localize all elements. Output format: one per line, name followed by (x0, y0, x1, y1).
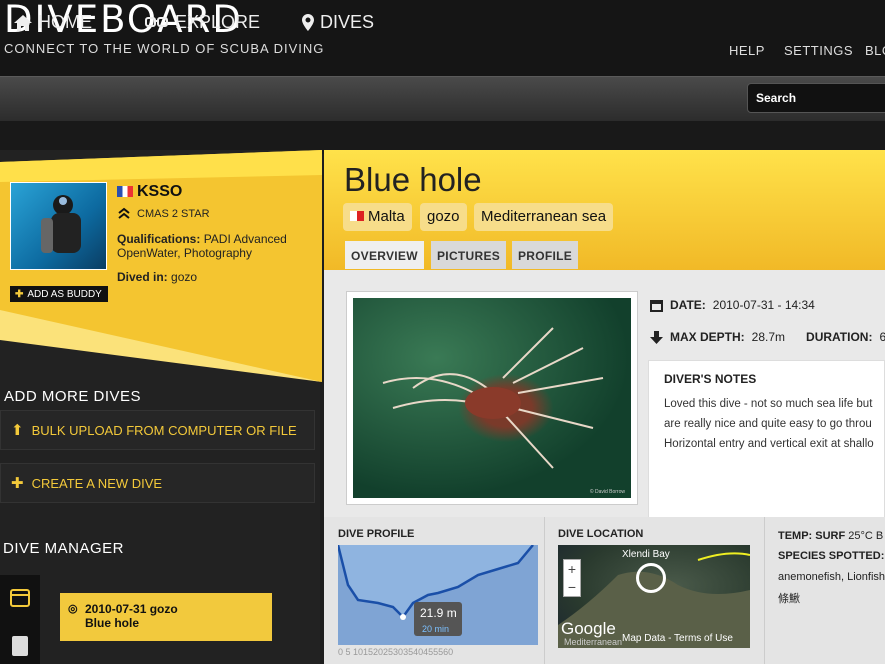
username[interactable]: KSSO (137, 183, 182, 201)
search-input[interactable] (747, 83, 885, 113)
divider (544, 517, 545, 664)
dive-photo[interactable]: © David Borrow (346, 291, 638, 505)
notes-line: Loved this dive - not so much sea life b… (664, 398, 873, 410)
nav-explore[interactable]: EXPLORE (145, 12, 260, 33)
dive-title: Blue hole (344, 161, 482, 198)
plus-icon: ✚ (11, 475, 24, 492)
rank-chevron-icon (118, 207, 130, 219)
bulk-upload-label: BULK UPLOAD FROM COMPUTER OR FILE (31, 422, 297, 438)
map-sea-label: Mediterranean (564, 637, 623, 647)
max-depth-value: 28.7m (751, 330, 786, 344)
calendar-icon (650, 299, 663, 312)
create-dive-label: CREATE A NEW DIVE (31, 475, 163, 491)
dive-card-date-site: 2010-07-31 gozo (85, 602, 178, 616)
mask-icon (145, 16, 168, 27)
add-buddy-button[interactable]: ✚ ADD AS BUDDY (10, 286, 108, 302)
divider (764, 517, 765, 664)
qualifications: Qualifications: PADI Advanced OpenWater,… (117, 232, 307, 260)
date-label: DATE: (670, 298, 706, 312)
tag-region[interactable]: gozo (420, 203, 467, 231)
duration-value: 66 (879, 330, 885, 344)
map-links[interactable]: Map Data - Terms of Use (622, 633, 733, 644)
nav-explore-label: EXPLORE (175, 12, 261, 32)
divers-notes: DIVER'S NOTES Loved this dive - not so m… (648, 360, 885, 524)
date-value: 2010-07-31 - 14:34 (712, 298, 815, 312)
dive-depth: MAX DEPTH: 28.7m DURATION: 66 (650, 330, 885, 344)
profile-axis-labels: 0 5 10152025303540455560 (338, 647, 453, 655)
qualifications-label: Qualifications: (117, 232, 201, 246)
dive-temp: TEMP: SURF 25°C B (778, 530, 883, 542)
dive-profile-chart[interactable]: 21.9 m 20 min 0 5 10152025303540455560 (338, 545, 538, 655)
dive-profile-title: DIVE PROFILE (338, 528, 415, 540)
max-depth-label: MAX DEPTH: (670, 330, 745, 344)
duration-label: DURATION: (806, 330, 873, 344)
document-icon[interactable] (10, 635, 30, 657)
notes-title: DIVER'S NOTES (664, 372, 757, 386)
species-label: SPECIES SPOTTED: (778, 550, 885, 562)
home-icon (14, 14, 32, 31)
down-arrow-icon (650, 330, 663, 344)
tab-profile[interactable]: PROFILE (512, 241, 579, 269)
add-more-dives-heading: ADD MORE DIVES (4, 388, 142, 405)
dive-map[interactable]: + − Xlendi Bay Google Mediterranean Map D… (558, 545, 750, 648)
tag-sea[interactable]: Mediterranean sea (474, 203, 614, 231)
calendar-icon[interactable] (10, 587, 30, 607)
tag-country-label: Malta (368, 208, 405, 225)
add-buddy-label: ADD AS BUDDY (27, 288, 102, 300)
dive-site-marker-icon[interactable] (636, 563, 666, 593)
tag-country[interactable]: Malta (343, 203, 412, 231)
malta-flag-icon (350, 211, 364, 221)
dived-in-value: gozo (171, 270, 198, 284)
create-dive-button[interactable]: ✚ CREATE A NEW DIVE (0, 463, 315, 503)
location-pin-icon (302, 14, 314, 31)
avatar[interactable] (10, 182, 107, 270)
certification: CMAS 2 STAR (137, 208, 210, 220)
settings-link[interactable]: SETTINGS (784, 43, 853, 58)
google-logo: Google (561, 619, 616, 638)
map-bay-label: Xlendi Bay (622, 549, 670, 560)
help-link[interactable]: HELP (729, 43, 765, 58)
plus-icon: ✚ (15, 288, 24, 300)
bulk-upload-button[interactable]: ⬆ BULK UPLOAD FROM COMPUTER OR FILE (0, 410, 315, 450)
notes-line: Horizontal entry and vertical exit at sh… (664, 438, 874, 450)
dive-manager-rail (0, 575, 40, 664)
nav-dives[interactable]: DIVES (302, 12, 374, 33)
upload-arrow-icon: ⬆ (11, 422, 24, 439)
map-zoom-controls[interactable]: + − (563, 559, 581, 597)
species-line: 條鰍 (778, 593, 800, 605)
notes-line: are really nice and quite easy to go thr… (664, 418, 872, 430)
dived-in-label: Dived in: (117, 270, 168, 284)
dive-date: DATE: 2010-07-31 - 14:34 (650, 298, 815, 312)
dive-card-name: Blue hole (85, 616, 140, 630)
photo-credit: © David Borrow (589, 489, 625, 495)
tooltip-depth: 21.9 m (420, 606, 457, 620)
dive-manager-heading: DIVE MANAGER (3, 540, 125, 557)
site-tagline: CONNECT TO THE WORLD OF SCUBA DIVING (4, 41, 325, 56)
lionfish-image: © David Borrow (353, 298, 631, 498)
tab-pictures[interactable]: PICTURES (431, 241, 507, 269)
dive-location-title: DIVE LOCATION (558, 528, 644, 540)
nav-home[interactable]: HOME (14, 12, 92, 33)
blog-link[interactable]: BLO (865, 43, 885, 58)
dived-in: Dived in: gozo (117, 270, 197, 284)
france-flag-icon (117, 186, 133, 197)
tab-overview[interactable]: OVERVIEW (345, 241, 424, 269)
dive-card[interactable]: ◎ 2010-07-31 gozo Blue hole (60, 593, 272, 641)
tooltip-time: 20 min (422, 624, 449, 634)
species-line: anemonefish, Lionfish, (778, 571, 885, 583)
target-icon: ◎ (68, 603, 78, 615)
temp-label: TEMP: SURF (778, 530, 846, 542)
nav-home-label: HOME (38, 12, 92, 32)
temp-value: 25°C B (848, 530, 884, 542)
nav-dives-label: DIVES (320, 12, 375, 32)
